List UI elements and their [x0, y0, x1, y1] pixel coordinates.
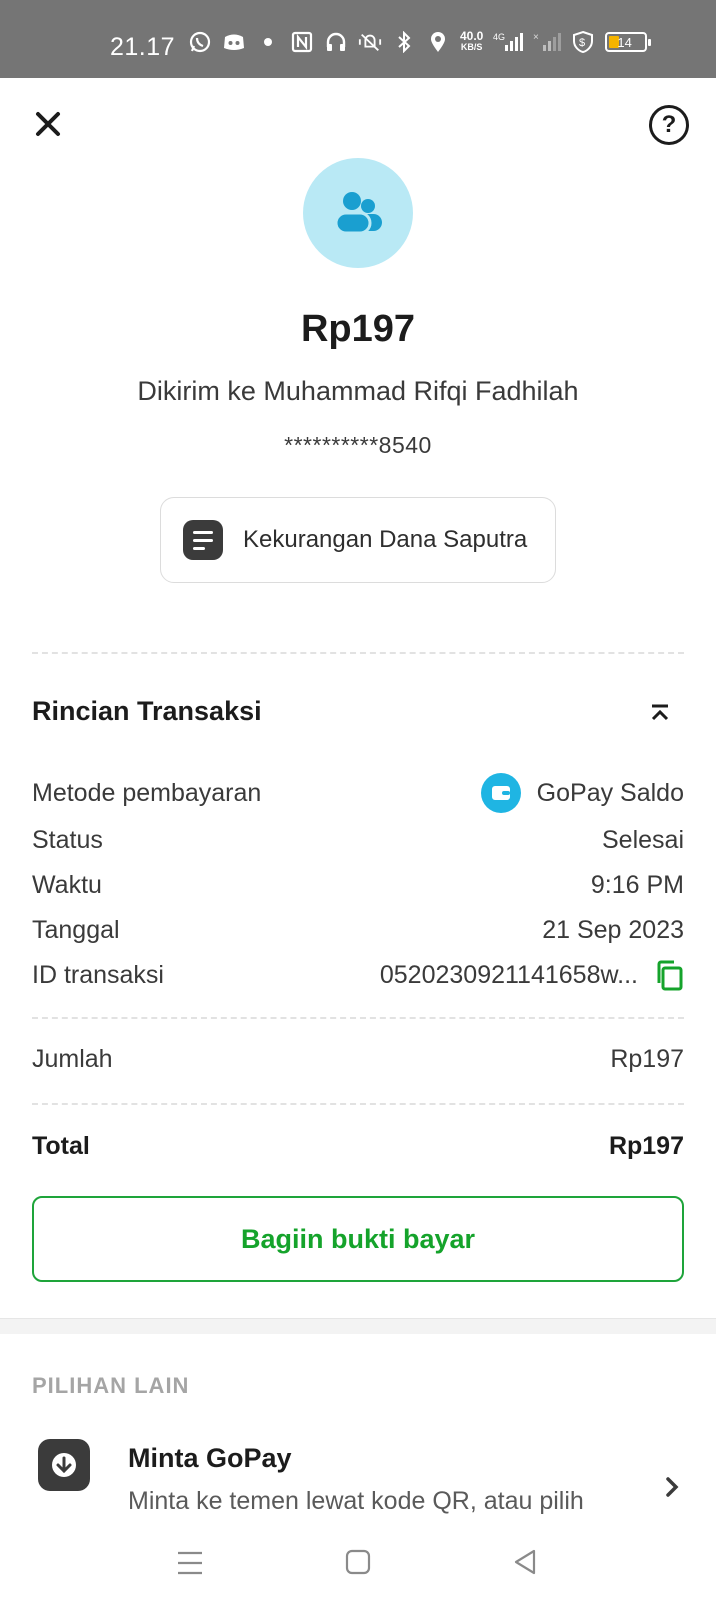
- total-value: Rp197: [608, 1131, 684, 1160]
- whatsapp-icon: [188, 30, 212, 54]
- collapse-icon[interactable]: [650, 703, 670, 725]
- detail-label: Tanggal: [32, 915, 120, 944]
- detail-value: 21 Sep 2023: [542, 915, 684, 944]
- back-triangle-icon: [514, 1549, 536, 1575]
- svg-text:×: ×: [533, 32, 539, 43]
- section-separator: [0, 1318, 716, 1334]
- share-receipt-button[interactable]: Bagiin bukti bayar: [32, 1196, 684, 1282]
- note-icon: [183, 520, 223, 560]
- status-bar: 21.17 40.0 KB/S 4G × $ 14: [0, 0, 716, 78]
- detail-label: ID transaksi: [32, 960, 164, 989]
- home-square-icon: [345, 1549, 371, 1575]
- help-icon: ?: [661, 111, 677, 138]
- close-button[interactable]: [30, 106, 66, 142]
- signal-icon: 4G: [493, 30, 524, 54]
- back-nav-button[interactable]: [508, 1547, 544, 1579]
- users-icon: [334, 192, 382, 235]
- amount-label: Jumlah: [32, 1044, 113, 1073]
- system-nav-bar: [0, 1525, 716, 1600]
- details-title: Rincian Transaksi: [32, 696, 262, 726]
- menu-icon: [178, 1551, 202, 1575]
- bluetooth-icon: [392, 30, 416, 54]
- detail-label: Waktu: [32, 870, 102, 899]
- dot-icon: [264, 38, 272, 46]
- total-label: Total: [32, 1131, 90, 1160]
- svg-text:$: $: [579, 37, 585, 49]
- signal-no-sim-icon: ×: [533, 30, 562, 54]
- svg-text:4G: 4G: [493, 32, 505, 42]
- request-gopay-option[interactable]: Minta GoPay Minta ke temen lewat kode QR…: [32, 1435, 692, 1525]
- detail-row-date: Tanggal 21 Sep 2023: [32, 912, 684, 948]
- detail-value: Selesai: [602, 825, 684, 854]
- shield-icon: $: [571, 30, 595, 54]
- divider: [32, 652, 684, 654]
- divider: [32, 1103, 684, 1105]
- detail-label: Metode pembayaran: [32, 778, 262, 807]
- transaction-amount: Rp197: [300, 308, 416, 350]
- detail-label: Status: [32, 825, 103, 854]
- recipient-name: Dikirim ke Muhammad Rifqi Fadhilah: [137, 376, 579, 406]
- transaction-note: Kekurangan Dana Saputra: [160, 497, 556, 583]
- detail-value: GoPay Saldo: [536, 778, 684, 807]
- detail-row-payment-method: Metode pembayaran GoPay Saldo: [32, 773, 684, 813]
- network-speed: 40.0 KB/S: [460, 29, 484, 52]
- detail-row-time: Waktu 9:16 PM: [32, 867, 684, 903]
- menu-nav-button[interactable]: [172, 1547, 208, 1579]
- copy-icon[interactable]: [654, 959, 684, 991]
- close-icon: [36, 112, 60, 136]
- status-time: 21.17: [110, 33, 176, 61]
- detail-value: 9:16 PM: [590, 870, 684, 899]
- location-icon: [426, 30, 450, 54]
- total-row: Total Rp197: [32, 1128, 684, 1164]
- other-options-title: PILIHAN LAIN: [32, 1373, 190, 1398]
- recipient-avatar: [303, 158, 413, 268]
- mute-vibrate-icon: [358, 30, 382, 54]
- amount-row: Jumlah Rp197: [32, 1041, 684, 1077]
- help-button[interactable]: ?: [649, 105, 689, 145]
- download-arrow-icon: [38, 1439, 90, 1491]
- divider: [32, 1017, 684, 1019]
- detail-value: 0520230921141658w...: [379, 960, 638, 989]
- headphones-icon: [324, 30, 348, 54]
- discord-icon: [222, 30, 246, 54]
- option-title: Minta GoPay: [128, 1443, 292, 1473]
- detail-row-status: Status Selesai: [32, 822, 684, 858]
- gopay-wallet-icon: [480, 773, 521, 813]
- account-number: **********8540: [284, 432, 432, 458]
- option-subtitle: Minta ke temen lewat kode QR, atau pilih: [128, 1487, 584, 1515]
- battery-icon: 14: [605, 32, 652, 52]
- amount-value: Rp197: [610, 1044, 684, 1073]
- nfc-icon: [290, 30, 314, 54]
- chevron-right-icon: [664, 1475, 680, 1499]
- detail-row-transaction-id: ID transaksi 0520230921141658w...: [32, 957, 684, 993]
- note-text: Kekurangan Dana Saputra: [243, 526, 528, 553]
- home-nav-button[interactable]: [340, 1547, 376, 1579]
